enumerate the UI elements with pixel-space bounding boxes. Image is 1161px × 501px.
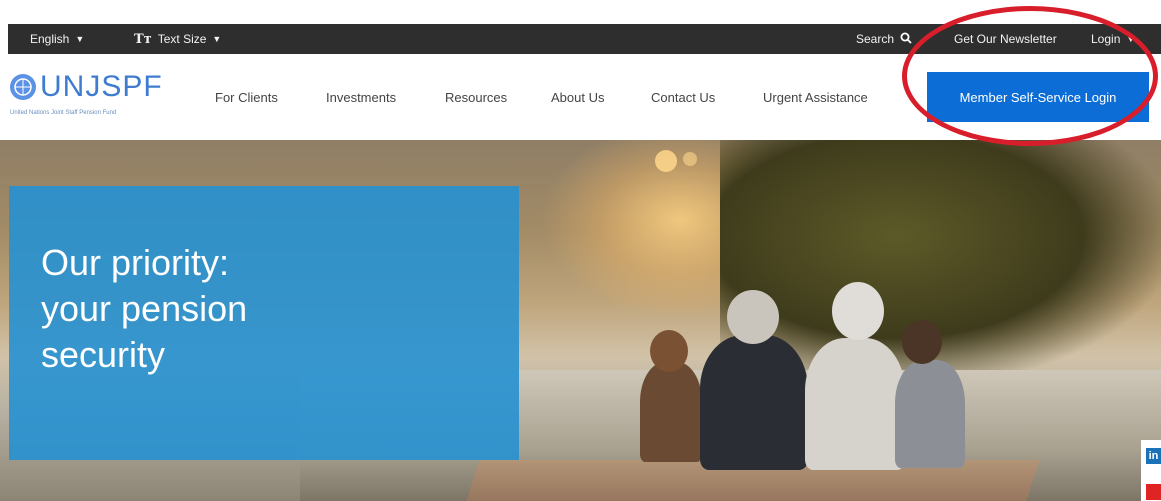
linkedin-icon[interactable]: in — [1146, 448, 1161, 464]
main-navigation: UNJSPF United Nations Joint Staff Pensio… — [0, 58, 1161, 140]
login-label: Login — [1091, 32, 1121, 46]
member-self-service-login-button[interactable]: Member Self-Service Login — [927, 72, 1149, 122]
nav-investments[interactable]: Investments — [326, 90, 396, 105]
search-button[interactable]: Search — [856, 32, 912, 47]
brand-logo[interactable]: UNJSPF United Nations Joint Staff Pensio… — [10, 70, 200, 120]
text-size-selector[interactable]: Tт Text Size ▼ — [134, 32, 221, 47]
grandmother-head — [832, 282, 884, 340]
un-emblem-icon — [10, 74, 36, 100]
text-size-icon: Tт — [134, 31, 152, 47]
brand-subtitle: United Nations Joint Staff Pension Fund — [10, 110, 117, 116]
hero-message-panel: Our priority: your pension security — [9, 186, 519, 460]
boy-head — [902, 320, 942, 364]
nav-urgent-assistance[interactable]: Urgent Assistance — [763, 90, 868, 105]
grandmother-figure — [805, 338, 905, 470]
nav-about-us[interactable]: About Us — [551, 90, 604, 105]
hero-headline: Our priority: your pension security — [41, 242, 248, 375]
utility-bar: English ▼ Tт Text Size ▼ Search Get Our … — [0, 0, 1161, 58]
boy-figure — [895, 360, 965, 468]
utility-bar-inner: English ▼ Tт Text Size ▼ Search Get Our … — [8, 24, 1161, 54]
brand-name: UNJSPF — [40, 70, 163, 103]
newsletter-link[interactable]: Get Our Newsletter — [954, 32, 1057, 46]
child-figure — [640, 362, 702, 462]
youtube-icon[interactable] — [1146, 484, 1161, 500]
chevron-down-icon: ▼ — [75, 34, 85, 44]
nav-resources[interactable]: Resources — [445, 90, 507, 105]
chevron-down-icon: ▼ — [212, 34, 222, 44]
search-label: Search — [856, 32, 895, 46]
social-links: in — [1141, 440, 1161, 501]
hero-banner: Our priority: your pension security in — [0, 140, 1161, 501]
newsletter-label: Get Our Newsletter — [954, 32, 1057, 46]
lens-flare — [683, 152, 697, 166]
child-head — [650, 330, 688, 372]
lens-flare — [655, 150, 677, 172]
search-icon — [900, 32, 912, 47]
nav-contact-us[interactable]: Contact Us — [651, 90, 715, 105]
login-dropdown[interactable]: Login ▼ — [1091, 32, 1135, 46]
grandfather-figure — [700, 335, 808, 470]
language-selector[interactable]: English ▼ — [30, 32, 84, 46]
grandfather-head — [727, 290, 779, 344]
text-size-label: Text Size — [157, 32, 207, 46]
nav-for-clients[interactable]: For Clients — [215, 90, 278, 105]
chevron-down-icon: ▼ — [1126, 34, 1136, 44]
language-label: English — [30, 32, 70, 46]
